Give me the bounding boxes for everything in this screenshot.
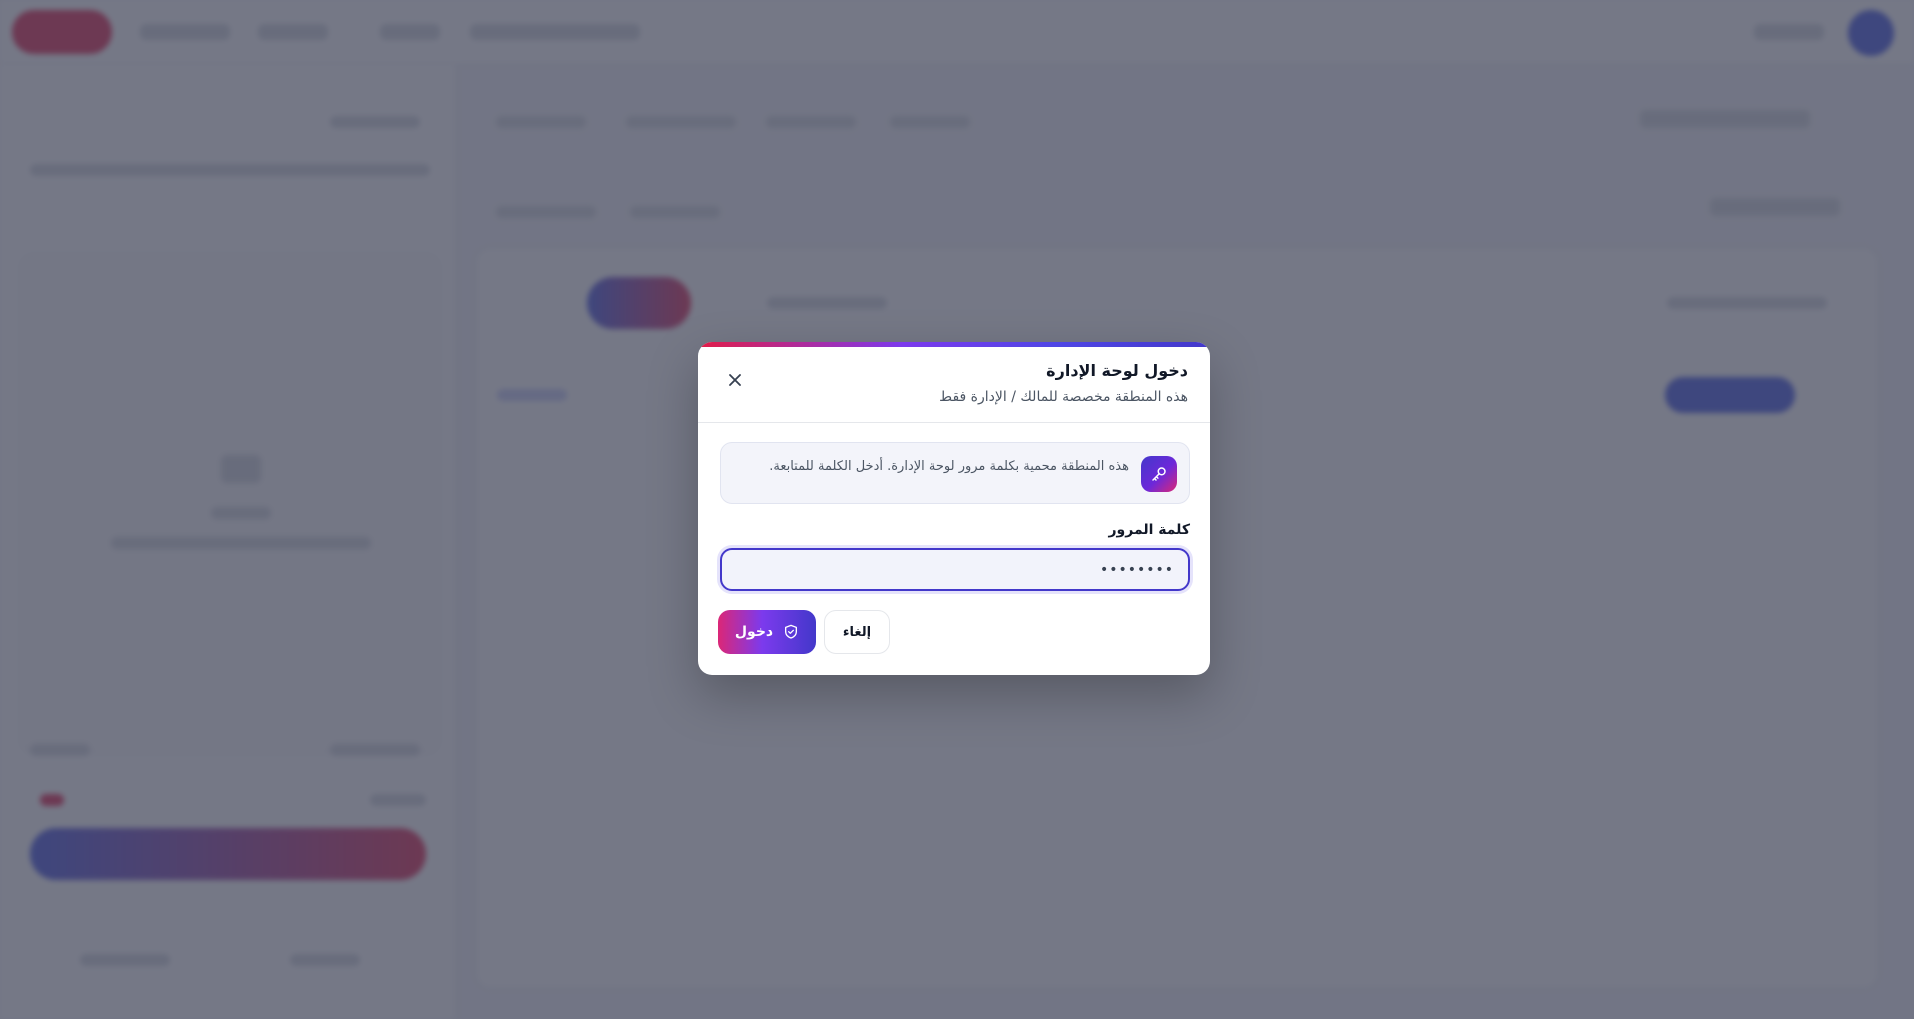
login-button-label: دخول	[734, 624, 774, 640]
admin-login-modal: دخول لوحة الإدارة هذه المنطقة مخصصة للما…	[698, 342, 1210, 675]
login-button[interactable]: دخول	[718, 610, 816, 654]
info-text: هذه المنطقة محمية بكلمة مرور لوحة الإدار…	[769, 459, 1129, 474]
shield-check-icon	[785, 624, 798, 639]
password-label: كلمة المرور	[1108, 522, 1190, 538]
modal-subtitle: هذه المنطقة مخصصة للمالك / الإدارة فقط	[939, 389, 1188, 405]
close-icon	[729, 374, 741, 386]
key-icon	[1141, 456, 1177, 492]
modal-title: دخول لوحة الإدارة	[1046, 361, 1188, 380]
password-input[interactable]	[720, 548, 1190, 591]
info-box: هذه المنطقة محمية بكلمة مرور لوحة الإدار…	[720, 442, 1190, 504]
cancel-button[interactable]: إلغاء	[824, 610, 890, 654]
close-button[interactable]	[724, 369, 746, 391]
modal-header: دخول لوحة الإدارة هذه المنطقة مخصصة للما…	[698, 347, 1210, 423]
